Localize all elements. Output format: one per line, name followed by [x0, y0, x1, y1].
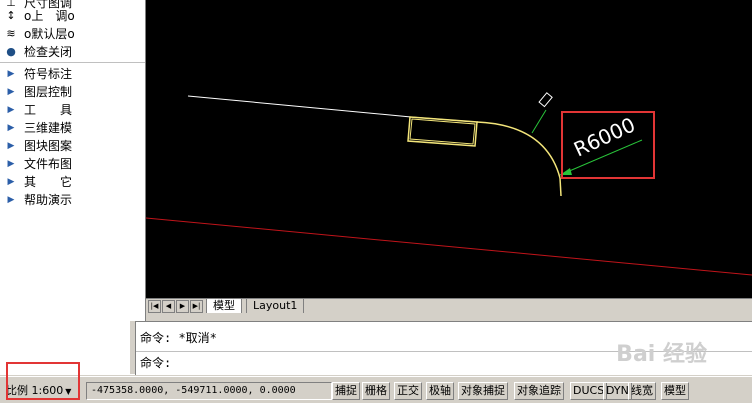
arc-tail: [559, 177, 562, 197]
triangle-right-icon: ▶: [7, 69, 15, 79]
yellow-rectangle-inner: [409, 118, 476, 145]
command-input-line[interactable]: 命令:: [140, 354, 171, 372]
tab-prev-button[interactable]: ◀: [162, 300, 175, 313]
triangle-right-icon: ▶: [7, 177, 15, 187]
highlight-box-scale: [6, 362, 80, 400]
drawing-svg: R6000: [146, 92, 752, 276]
ortho-toggle[interactable]: 正交: [394, 382, 422, 400]
watermark-text: Bai 经验: [616, 342, 707, 367]
highlight-box-radius: [561, 111, 655, 179]
tab-last-button[interactable]: ▶|: [190, 300, 203, 313]
curve-arc: [476, 121, 561, 179]
tab-first-button[interactable]: |◀: [148, 300, 161, 313]
coordinate-readout: -475358.0000, -549711.0000, 0.0000: [86, 382, 332, 400]
bulb-icon: ●: [6, 45, 16, 58]
ducs-toggle[interactable]: DUCS: [570, 382, 608, 400]
status-bar: 比例 1:600 ▼ -475358.0000, -549711.0000, 0.…: [0, 376, 752, 403]
polar-toggle[interactable]: 极轴: [426, 382, 454, 400]
drawing-canvas[interactable]: R6000: [146, 0, 752, 298]
otrack-toggle[interactable]: 对象追踪: [514, 382, 564, 400]
layer-icon: ≋: [6, 27, 16, 40]
model-toggle[interactable]: 模型: [661, 382, 689, 400]
osnap-toggle[interactable]: 对象捕捉: [458, 382, 508, 400]
tab-layout1[interactable]: Layout1: [246, 299, 305, 314]
triangle-right-icon: ▶: [7, 195, 15, 205]
tab-model[interactable]: 模型: [206, 299, 242, 314]
axis-line: [146, 217, 752, 276]
small-label-tag: [538, 92, 553, 108]
triangle-right-icon: ▶: [7, 105, 15, 115]
triangle-right-icon: ▶: [7, 87, 15, 97]
up-arrow-icon: ↕: [6, 9, 16, 22]
leader-line-1: [531, 109, 547, 134]
road-centerline: [187, 95, 412, 118]
tool-sidebar: ⊥ 尺寸图调 ↕ o上 调o ≋ o默认层o ● 检查关闭 ▶ 符号标注 ▶ 图…: [0, 0, 146, 375]
command-history-line: 命令: *取消*: [140, 331, 217, 345]
tab-next-button[interactable]: ▶: [176, 300, 189, 313]
command-window[interactable]: 命令: *取消* 命令: Bai 经验: [135, 321, 752, 375]
command-gutter: [146, 313, 752, 321]
triangle-right-icon: ▶: [7, 159, 15, 169]
lineweight-toggle[interactable]: 线宽: [628, 382, 656, 400]
snap-toggle[interactable]: 捕捉: [332, 382, 360, 400]
triangle-right-icon: ▶: [7, 141, 15, 151]
grid-toggle[interactable]: 栅格: [362, 382, 390, 400]
triangle-right-icon: ▶: [7, 123, 15, 133]
sidebar-divider: [0, 62, 145, 63]
layout-tab-bar: |◀ ◀ ▶ ▶| 模型 Layout1: [146, 298, 752, 314]
